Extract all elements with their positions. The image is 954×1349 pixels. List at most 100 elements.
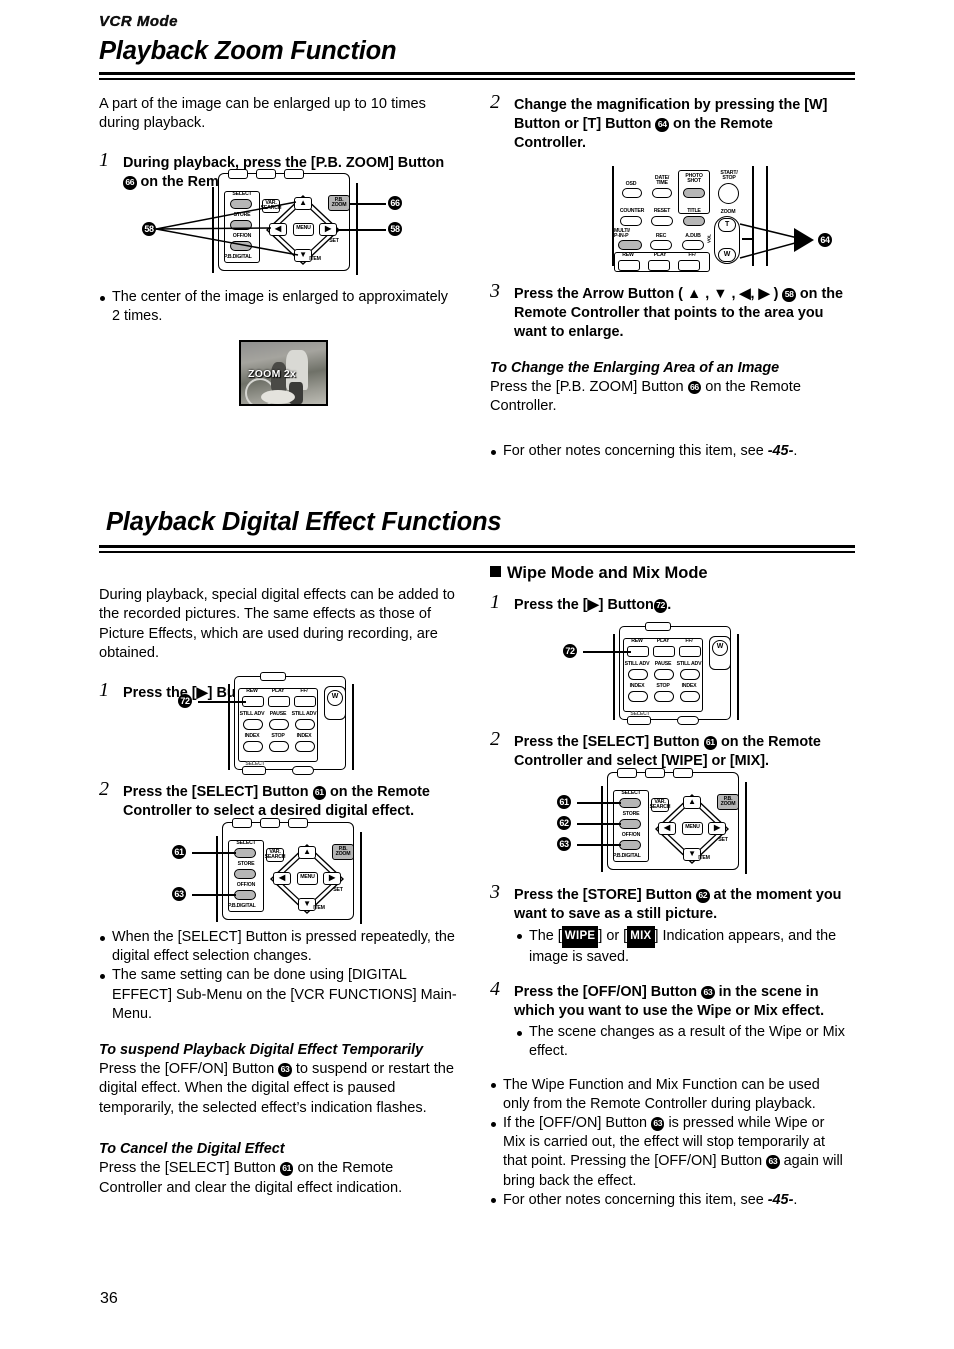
text-a: If the [OFF/ON] Button [503, 1115, 647, 1132]
label-zoom-t: T [724, 221, 730, 228]
step-text-a: Press the [SELECT] Button [514, 734, 700, 750]
partial-button [260, 672, 286, 681]
callout-badge-62: 62 [696, 889, 710, 903]
label-play: PLAY [656, 638, 670, 644]
partial-button-1 [617, 768, 637, 778]
stop-button[interactable] [654, 691, 674, 702]
list-item: The center of the image is enlarged to a… [99, 288, 457, 326]
callout-72: 72 [178, 694, 192, 708]
index-rev-button[interactable] [243, 741, 263, 752]
list-item: For other notes concerning this item, se… [490, 442, 848, 461]
osd-button[interactable] [622, 188, 642, 198]
list-item: For other notes concerning this item, se… [490, 1191, 848, 1210]
figure-remote-zoom: OSD DATE/ TIME PHOTO SHOT START/ STOP CO… [606, 166, 856, 272]
block-head-label: Wipe Mode and Mix Mode [507, 564, 708, 582]
ff-button[interactable] [678, 260, 700, 271]
reset-button[interactable] [651, 216, 673, 226]
figure-remote-pbdigital-right: SELECT STORE OFF/ON P.B.DIGITAL VAR. SEA… [557, 768, 781, 880]
label-adub: A.DUB [685, 233, 701, 239]
label-reset: RESET [653, 208, 671, 214]
offon-button[interactable] [619, 840, 641, 850]
photo-shot-button[interactable] [683, 188, 705, 198]
index-rev-button[interactable] [628, 691, 648, 702]
cancel-text: Press the [SELECT] Button 61 on the Remo… [99, 1159, 457, 1198]
title-button[interactable] [683, 216, 705, 226]
page-number: 36 [100, 1290, 118, 1307]
still-adv-fwd-button[interactable] [680, 669, 700, 680]
counter-button[interactable] [620, 216, 642, 226]
label-ff: FF/ [300, 688, 308, 694]
label-multi-pinp: MULTI/ P-IN-P [614, 228, 630, 240]
subhead-suspend: To suspend Playback Digital Effect Tempo… [99, 1042, 424, 1059]
label-index-left: INDEX [244, 733, 260, 739]
label-counter: COUNTER [619, 208, 645, 214]
still-adv-rev-button[interactable] [628, 669, 648, 680]
store-button[interactable] [234, 869, 256, 879]
right-column-steps-34: 3 Press the [STORE] Button 62 at the mome… [490, 881, 848, 1210]
play-button[interactable] [268, 696, 290, 707]
ff-button[interactable] [679, 646, 701, 657]
step-text-a: Change the magnification by pressing the… [514, 97, 828, 133]
section-title-playback-zoom: Playback Zoom Function [99, 37, 397, 65]
section2-rule-bottom [99, 551, 855, 553]
step-number: 2 [490, 91, 500, 113]
partial-button-3 [284, 169, 304, 179]
label-stop: STOP [656, 683, 670, 689]
stop-button[interactable] [269, 741, 289, 752]
label-rew: REW [631, 638, 643, 644]
step-number: 3 [490, 881, 500, 903]
zoom-intro: A part of the image can be enlarged up t… [99, 96, 426, 132]
callout-64: 64 [818, 233, 832, 247]
step-2-zoom: 2 Change the magnification by pressing th… [490, 91, 848, 154]
figure-remote-transport-left: REW PLAY FF/ STILL ADV PAUSE STILL ADV I… [176, 672, 396, 775]
label-select: SELECT [236, 840, 256, 846]
callout-72: 72 [563, 644, 577, 658]
adub-button[interactable] [682, 240, 704, 250]
store-button[interactable] [619, 819, 641, 829]
step-number: 2 [99, 778, 109, 800]
play-button[interactable] [648, 260, 670, 271]
label-date-time: DATE/ TIME [654, 175, 670, 187]
label-rec: REC [655, 233, 667, 239]
label-stop: STOP [271, 733, 285, 739]
play-button[interactable] [653, 646, 675, 657]
index-fwd-button[interactable] [680, 691, 700, 702]
section-title-digital-effect: Playback Digital Effect Functions [106, 508, 502, 536]
label-still-adv-right: STILL ADV [676, 661, 702, 667]
label-title: TITLE [687, 208, 701, 214]
callout-61: 61 [172, 845, 186, 859]
still-adv-rev-button[interactable] [243, 719, 263, 730]
index-fwd-button[interactable] [295, 741, 315, 752]
step-number: 1 [99, 148, 109, 171]
list-item: The Wipe Function and Mix Function can b… [490, 1076, 848, 1114]
start-stop-button[interactable] [718, 183, 739, 204]
ff-button[interactable] [294, 696, 316, 707]
callout-badge-63: 63 [650, 1117, 665, 1131]
multi-pinp-button[interactable] [618, 240, 642, 250]
label-pause: PAUSE [269, 711, 287, 717]
select-button[interactable] [619, 798, 641, 808]
suspend-text: Press the [OFF/ON] Button 63 to suspend … [99, 1060, 457, 1118]
pause-button[interactable] [654, 669, 674, 680]
date-time-button[interactable] [652, 188, 672, 198]
callout-badge-63: 63 [278, 1063, 292, 1077]
select-button[interactable] [234, 848, 256, 858]
step-text-a: Press the [OFF/ON] Button [514, 983, 698, 1000]
callout-badge-66: 66 [123, 176, 137, 190]
label-w: W [716, 643, 724, 650]
offon-button[interactable] [234, 890, 256, 900]
label-store: STORE [622, 811, 640, 817]
rew-button[interactable] [618, 260, 640, 271]
callout-badge-63: 63 [701, 985, 715, 1000]
rec-button[interactable] [650, 240, 672, 250]
pause-button[interactable] [269, 719, 289, 730]
partial-button-3 [673, 768, 693, 778]
subhead-cancel: To Cancel the Digital Effect [99, 1141, 285, 1158]
still-adv-fwd-button[interactable] [295, 719, 315, 730]
list-item: If the [OFF/ON] Button 63 is pressed whi… [490, 1114, 848, 1191]
square-bullet-icon [490, 566, 501, 577]
step-2-wipe: 2 Press the [SELECT] Button 61 on the Rem… [490, 729, 848, 771]
left-column-note: The center of the image is enlarged to a… [99, 288, 457, 326]
note-list-center-image: The center of the image is enlarged to a… [99, 288, 457, 326]
other-notes-list-zoom: For other notes concerning this item, se… [490, 442, 848, 461]
